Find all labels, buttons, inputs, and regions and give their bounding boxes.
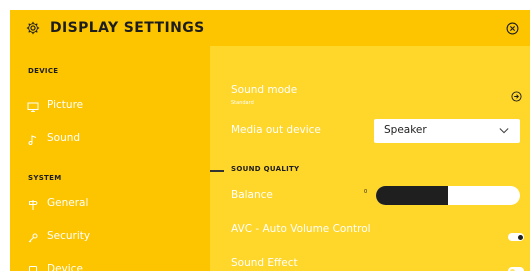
media-out-value: Speaker xyxy=(384,124,427,136)
balance-slider-fill xyxy=(376,186,448,205)
page-title: DISPLAY SETTINGS xyxy=(50,20,205,36)
sidebar-item-picture[interactable]: Picture xyxy=(27,99,197,119)
device-icon xyxy=(29,266,37,271)
display-settings-panel: DISPLAY SETTINGS DEVICE Picture Sound SY… xyxy=(10,10,530,271)
sound-effect-toggle[interactable] xyxy=(508,267,524,271)
arrow-right-circle-icon[interactable] xyxy=(511,91,522,102)
sound-mode-label: Sound mode xyxy=(231,84,298,96)
sound-effect-label: Sound Effect xyxy=(231,257,298,269)
toggle-knob xyxy=(517,234,523,240)
sidebar-item-label: General xyxy=(47,197,89,209)
key-icon xyxy=(28,233,38,243)
sidebar-item-sound[interactable]: Sound xyxy=(27,132,197,152)
sidebar-item-security[interactable]: Security xyxy=(27,230,197,250)
sidebar-item-label: Security xyxy=(47,230,91,242)
main-content: Sound mode Standard Media out device Spe… xyxy=(210,46,530,271)
signpost-icon xyxy=(29,200,38,210)
sidebar: DEVICE Picture Sound SYSTEM General Secu… xyxy=(10,46,210,271)
media-out-select[interactable]: Speaker xyxy=(374,119,520,143)
sidebar-item-device[interactable]: Device xyxy=(27,263,197,271)
monitor-icon xyxy=(27,102,39,112)
sidebar-section-device: DEVICE xyxy=(28,67,59,75)
sidebar-item-general[interactable]: General xyxy=(27,197,197,217)
balance-min-label: 0 xyxy=(364,189,368,195)
header: DISPLAY SETTINGS xyxy=(10,10,530,46)
music-note-icon xyxy=(28,135,37,145)
sidebar-item-label: Picture xyxy=(47,99,84,111)
sidebar-item-label: Device xyxy=(47,263,83,271)
media-out-label: Media out device xyxy=(231,124,321,136)
sidebar-section-system: SYSTEM xyxy=(28,174,62,182)
balance-label: Balance xyxy=(231,189,273,201)
section-divider xyxy=(210,170,224,172)
avc-label: AVC - Auto Volume Control xyxy=(231,223,371,235)
chevron-down-icon xyxy=(499,128,509,134)
avc-toggle[interactable] xyxy=(508,233,524,241)
sidebar-item-label: Sound xyxy=(47,132,81,144)
sound-mode-value: Standard xyxy=(231,100,254,106)
close-icon[interactable] xyxy=(506,22,519,35)
sound-quality-heading: SOUND QUALITY xyxy=(231,165,300,173)
balance-slider[interactable] xyxy=(376,186,520,205)
gear-icon[interactable] xyxy=(26,21,40,35)
